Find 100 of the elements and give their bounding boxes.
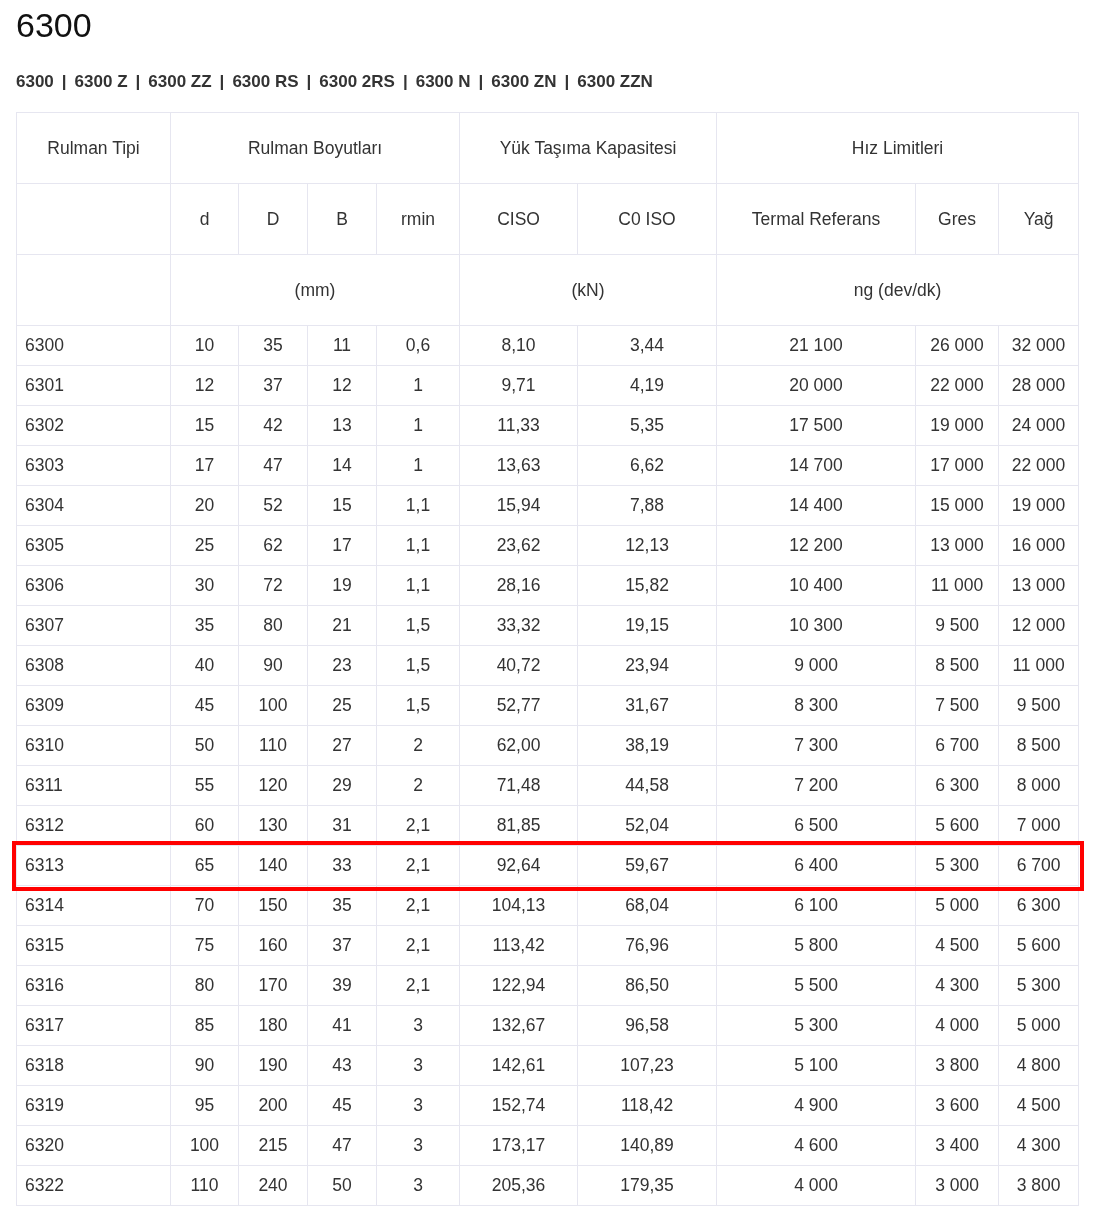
table-cell: 5 600: [998, 925, 1079, 966]
table-cell: 25: [170, 525, 239, 566]
table-cell: 3: [376, 1045, 460, 1086]
table-cell: 40: [170, 645, 239, 686]
table-cell: 80: [238, 605, 308, 646]
table-cell: 6 500: [716, 805, 916, 846]
table-cell: 44,58: [577, 765, 717, 806]
table-cell: 12: [170, 365, 239, 406]
table-cell: 80: [170, 965, 239, 1006]
variant-link[interactable]: 6300 ZN: [491, 72, 557, 92]
table-cell: 71,48: [459, 765, 578, 806]
variant-link[interactable]: 6300: [16, 72, 54, 92]
table-cell: 140: [238, 845, 308, 886]
table-cell: 15: [307, 485, 377, 526]
table-cell: 52: [238, 485, 308, 526]
table-cell: 142,61: [459, 1045, 578, 1086]
table-cell: 6311: [16, 765, 171, 806]
table-cell: 130: [238, 805, 308, 846]
table-cell: 5 300: [998, 965, 1079, 1006]
table-cell: 7 300: [716, 725, 916, 766]
table-cell: 17: [307, 525, 377, 566]
table-cell: 3: [376, 1125, 460, 1166]
table-cell: 6310: [16, 725, 171, 766]
table-cell: 6320: [16, 1125, 171, 1166]
table-cell: 6 100: [716, 885, 916, 926]
column-header: C0 ISO: [577, 183, 717, 255]
table-cell: 8 500: [915, 645, 999, 686]
table-cell: 6305: [16, 525, 171, 566]
table-cell: 40,72: [459, 645, 578, 686]
table-cell: 6 700: [998, 845, 1079, 886]
table-cell: 41: [307, 1005, 377, 1046]
table-cell: 4 300: [998, 1125, 1079, 1166]
table-cell: 42: [238, 405, 308, 446]
table-cell: 28,16: [459, 565, 578, 606]
table-cell: 190: [238, 1045, 308, 1086]
table-cell: 173,17: [459, 1125, 578, 1166]
table-cell: 160: [238, 925, 308, 966]
table-cell: 6 300: [998, 885, 1079, 926]
table-cell: 100: [170, 1125, 239, 1166]
table-cell: 19,15: [577, 605, 717, 646]
table-cell: 6,62: [577, 445, 717, 486]
table-cell: 3 800: [915, 1045, 999, 1086]
table-cell: 215: [238, 1125, 308, 1166]
table-cell: 10: [170, 325, 239, 366]
table-cell: 6307: [16, 605, 171, 646]
table-cell: 6318: [16, 1045, 171, 1086]
table-cell: 15,82: [577, 565, 717, 606]
table-cell: 50: [307, 1165, 377, 1206]
column-header: Rulman Tipi: [16, 112, 171, 184]
table-cell: 76,96: [577, 925, 717, 966]
variant-link[interactable]: 6300 ZZ: [148, 72, 212, 92]
table-cell: 96,58: [577, 1005, 717, 1046]
table-cell: 37: [238, 365, 308, 406]
variant-link[interactable]: 6300 2RS: [319, 72, 395, 92]
table-cell: 1,5: [376, 685, 460, 726]
table-cell: 13 000: [915, 525, 999, 566]
table-cell: 20 000: [716, 365, 916, 406]
table-cell: 4 500: [998, 1085, 1079, 1126]
table-cell: 30: [170, 565, 239, 606]
table-cell: 3 400: [915, 1125, 999, 1166]
table-cell: 1,1: [376, 565, 460, 606]
table-cell: 5 300: [716, 1005, 916, 1046]
table-cell: 5,35: [577, 405, 717, 446]
variant-link[interactable]: 6300 N: [415, 72, 471, 92]
table-cell: 14: [307, 445, 377, 486]
variant-link[interactable]: 6300 RS: [232, 72, 299, 92]
table-cell: 43: [307, 1045, 377, 1086]
variant-link[interactable]: 6300 ZZN: [577, 72, 653, 92]
table-cell: 0,6: [376, 325, 460, 366]
table-cell: 35: [238, 325, 308, 366]
table-cell: 205,36: [459, 1165, 578, 1206]
column-header: Yağ: [998, 183, 1079, 255]
table-cell: 104,13: [459, 885, 578, 926]
variant-link[interactable]: 6300 Z: [74, 72, 128, 92]
column-header: CISO: [459, 183, 578, 255]
table-cell: 92,64: [459, 845, 578, 886]
table-cell: 140,89: [577, 1125, 717, 1166]
table-cell: 1: [376, 445, 460, 486]
table-cell: 29: [307, 765, 377, 806]
table-cell: 12 200: [716, 525, 916, 566]
table-cell: 200: [238, 1085, 308, 1126]
unit-header: (mm): [170, 254, 460, 326]
column-header: d: [170, 183, 239, 255]
table-cell: 12 000: [998, 605, 1079, 646]
table-cell: 20: [170, 485, 239, 526]
table-cell: 35: [170, 605, 239, 646]
table-cell: 10 400: [716, 565, 916, 606]
table-cell: 19: [307, 565, 377, 606]
table-cell: 65: [170, 845, 239, 886]
table-cell: 3: [376, 1005, 460, 1046]
table-cell: 132,67: [459, 1005, 578, 1046]
table-cell: 5 600: [915, 805, 999, 846]
table-cell: 21: [307, 605, 377, 646]
table-cell: 11 000: [915, 565, 999, 606]
column-header: Hız Limitleri: [716, 112, 1079, 184]
table-cell: 6316: [16, 965, 171, 1006]
table-cell: 110: [170, 1165, 239, 1206]
separator: |: [61, 72, 67, 92]
table-cell: 75: [170, 925, 239, 966]
separator: |: [219, 72, 225, 92]
